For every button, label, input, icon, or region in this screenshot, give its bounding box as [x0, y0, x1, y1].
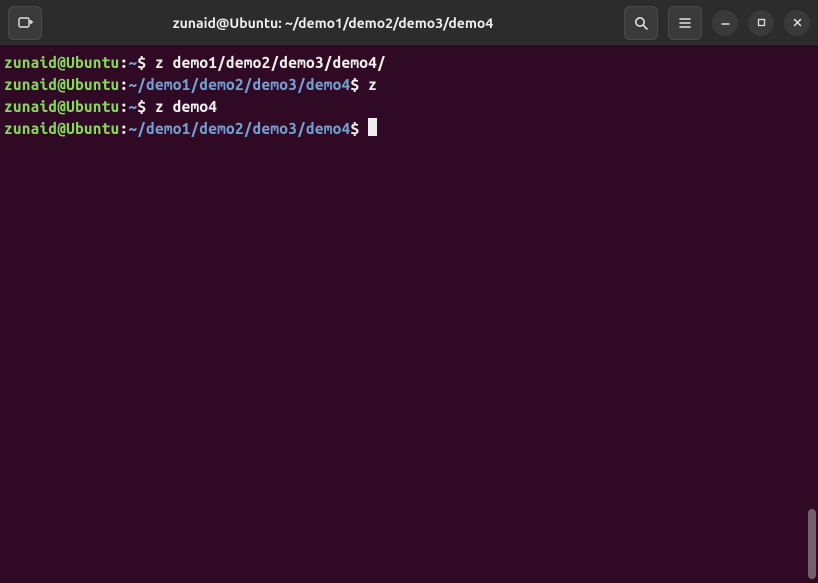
prompt-colon: :: [119, 98, 128, 115]
prompt-user-host: zunaid@Ubuntu: [4, 98, 119, 115]
window-title: zunaid@Ubuntu: ~/demo1/demo2/demo3/demo4: [50, 15, 616, 31]
prompt-user-host: zunaid@Ubuntu: [4, 120, 119, 137]
prompt-path: ~: [128, 98, 137, 115]
prompt-colon: :: [119, 54, 128, 71]
close-icon: [792, 17, 803, 28]
command-text: z demo1/demo2/demo3/demo4/: [155, 54, 386, 71]
new-tab-icon: [17, 15, 33, 31]
prompt-path: ~/demo1/demo2/demo3/demo4: [128, 120, 350, 137]
prompt-user-host: zunaid@Ubuntu: [4, 54, 119, 71]
prompt-colon: :: [119, 120, 128, 137]
prompt-path: ~: [128, 54, 137, 71]
prompt-path: ~/demo1/demo2/demo3/demo4: [128, 76, 350, 93]
maximize-button[interactable]: [748, 10, 774, 36]
prompt-dollar: $: [350, 76, 368, 93]
titlebar: zunaid@Ubuntu: ~/demo1/demo2/demo3/demo4: [0, 0, 818, 46]
search-button[interactable]: [624, 6, 658, 40]
prompt-user-host: zunaid@Ubuntu: [4, 76, 119, 93]
minimize-icon: [720, 17, 731, 28]
prompt-dollar: $: [137, 98, 155, 115]
new-tab-button[interactable]: [8, 6, 42, 40]
titlebar-left: [8, 6, 42, 40]
command-text: z: [368, 76, 377, 93]
menu-button[interactable]: [668, 6, 702, 40]
prompt-colon: :: [119, 76, 128, 93]
terminal-line: zunaid@Ubuntu:~$ z demo1/demo2/demo3/dem…: [4, 52, 814, 74]
minimize-button[interactable]: [712, 10, 738, 36]
close-button[interactable]: [784, 10, 810, 36]
hamburger-icon: [677, 15, 693, 31]
prompt-dollar: $: [137, 54, 155, 71]
search-icon: [633, 15, 649, 31]
command-text: z demo4: [155, 98, 217, 115]
terminal-line: zunaid@Ubuntu:~/demo1/demo2/demo3/demo4$…: [4, 74, 814, 96]
cursor: [368, 118, 377, 136]
scrollbar[interactable]: [808, 509, 816, 579]
prompt-dollar: $: [350, 120, 368, 137]
titlebar-right: [624, 6, 810, 40]
maximize-icon: [756, 17, 767, 28]
terminal-line: zunaid@Ubuntu:~/demo1/demo2/demo3/demo4$: [4, 118, 814, 140]
terminal-area[interactable]: zunaid@Ubuntu:~$ z demo1/demo2/demo3/dem…: [0, 46, 818, 583]
terminal-line: zunaid@Ubuntu:~$ z demo4: [4, 96, 814, 118]
